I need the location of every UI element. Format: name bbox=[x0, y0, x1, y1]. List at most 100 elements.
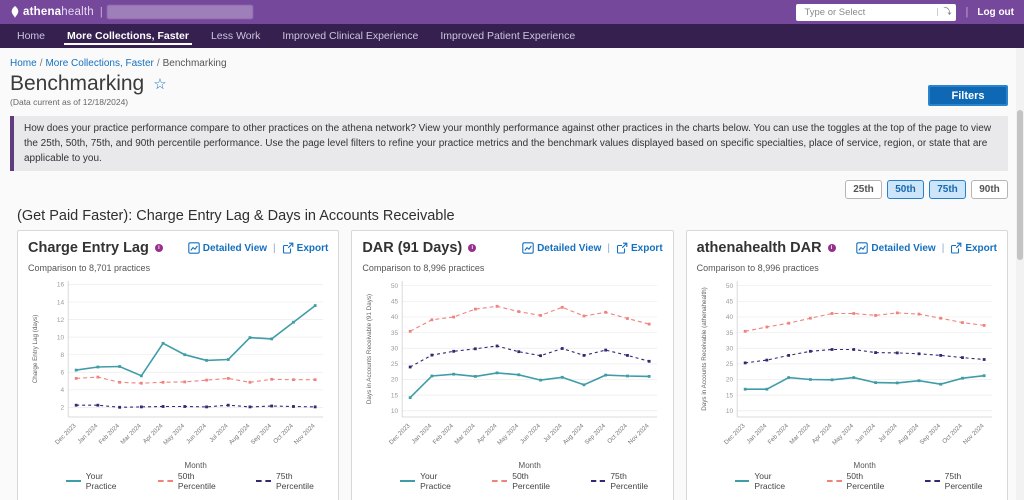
svg-text:Dec 2023: Dec 2023 bbox=[388, 422, 412, 446]
nav-item-less-work[interactable]: Less Work bbox=[200, 24, 271, 48]
line-chart-icon bbox=[522, 242, 534, 254]
svg-text:Charge Entry Lag (days): Charge Entry Lag (days) bbox=[32, 315, 39, 384]
svg-text:Jun 2024: Jun 2024 bbox=[519, 422, 542, 445]
detailed-view-label: Detailed View bbox=[537, 243, 601, 254]
svg-text:Jan 2024: Jan 2024 bbox=[76, 422, 99, 445]
logout-link[interactable]: Log out bbox=[977, 7, 1014, 18]
chart-dar-91-days: 101520253035404550Dec 2023Jan 2024Feb 20… bbox=[362, 275, 662, 471]
svg-text:May 2024: May 2024 bbox=[831, 422, 856, 447]
percentile-toggle-25th[interactable]: 25th bbox=[845, 180, 882, 199]
info-icon[interactable]: i bbox=[468, 244, 476, 252]
card-actions: Detailed View | Export bbox=[188, 242, 329, 254]
top-bar: athenahealth | Type or Select ⤵ | Log ou… bbox=[0, 0, 1024, 24]
svg-text:6: 6 bbox=[61, 369, 65, 376]
svg-text:Nov 2024: Nov 2024 bbox=[293, 422, 317, 446]
export-icon bbox=[616, 242, 628, 254]
primary-nav: HomeMore Collections, FasterLess WorkImp… bbox=[0, 24, 1024, 48]
legend-item-your-practice: Your Practice bbox=[400, 471, 466, 491]
card-header: athenahealth DARiDetailed View|Export bbox=[697, 240, 997, 256]
actions-divider: | bbox=[942, 243, 945, 254]
chart-legend: Your Practice50th Percentile75th Percent… bbox=[735, 471, 997, 491]
svg-text:Nov 2024: Nov 2024 bbox=[627, 422, 651, 446]
export-icon bbox=[950, 242, 962, 254]
brand-bold: athena bbox=[23, 6, 61, 18]
legend-swatch bbox=[827, 480, 842, 482]
legend-item-50th-percentile: 50th Percentile bbox=[827, 471, 899, 491]
favorite-star-icon[interactable]: ☆ bbox=[153, 75, 166, 93]
export-icon bbox=[282, 242, 294, 254]
export-link[interactable]: Export bbox=[616, 242, 663, 254]
legend-label: 50th Percentile bbox=[847, 471, 899, 491]
header-divider: | bbox=[965, 6, 968, 18]
svg-text:45: 45 bbox=[391, 299, 399, 306]
export-link[interactable]: Export bbox=[950, 242, 997, 254]
export-label: Export bbox=[631, 243, 663, 254]
svg-text:15: 15 bbox=[726, 392, 734, 399]
svg-text:Feb 2024: Feb 2024 bbox=[766, 422, 790, 446]
chart-title: DAR (91 Days) bbox=[362, 240, 462, 256]
actions-divider: | bbox=[607, 243, 610, 254]
scrollbar-thumb[interactable] bbox=[1017, 110, 1023, 260]
chart-athenahealth-dar: 101520253035404550Dec 2023Jan 2024Feb 20… bbox=[697, 275, 997, 471]
legend-label: 50th Percentile bbox=[512, 471, 564, 491]
nav-item-home[interactable]: Home bbox=[6, 24, 56, 48]
breadcrumb-home[interactable]: Home bbox=[10, 58, 37, 69]
detailed-view-link[interactable]: Detailed View bbox=[856, 242, 935, 254]
detailed-view-label: Detailed View bbox=[871, 243, 935, 254]
detailed-view-label: Detailed View bbox=[203, 243, 267, 254]
chart-title: Charge Entry Lag bbox=[28, 240, 149, 256]
svg-text:Mar 2024: Mar 2024 bbox=[454, 422, 478, 446]
svg-text:12: 12 bbox=[57, 317, 65, 324]
page-content: Home/More Collections, Faster/Benchmarki… bbox=[0, 48, 1024, 500]
actions-divider: | bbox=[273, 243, 276, 254]
legend-label: Your Practice bbox=[420, 471, 466, 491]
legend-item-your-practice: Your Practice bbox=[735, 471, 801, 491]
svg-text:10: 10 bbox=[391, 408, 399, 415]
export-label: Export bbox=[297, 243, 329, 254]
info-icon[interactable]: i bbox=[155, 244, 163, 252]
svg-text:Oct 2024: Oct 2024 bbox=[272, 422, 295, 445]
vertical-scrollbar bbox=[1016, 48, 1024, 500]
svg-text:45: 45 bbox=[726, 299, 734, 306]
legend-label: 50th Percentile bbox=[178, 471, 230, 491]
svg-text:2: 2 bbox=[61, 405, 65, 412]
nav-item-improved-clinical-experience[interactable]: Improved Clinical Experience bbox=[271, 24, 429, 48]
comparison-note: Comparison to 8,701 practices bbox=[28, 263, 328, 273]
export-link[interactable]: Export bbox=[282, 242, 329, 254]
svg-text:Feb 2024: Feb 2024 bbox=[432, 422, 456, 446]
percentile-toggle-50th[interactable]: 50th bbox=[887, 180, 924, 199]
legend-swatch bbox=[925, 480, 940, 482]
svg-text:40: 40 bbox=[726, 314, 734, 321]
context-select[interactable]: Type or Select ⤵ bbox=[796, 4, 956, 21]
svg-text:Jul 2024: Jul 2024 bbox=[208, 422, 230, 444]
svg-text:35: 35 bbox=[726, 330, 734, 337]
svg-text:30: 30 bbox=[726, 345, 734, 352]
legend-item-75th-percentile: 75th Percentile bbox=[256, 471, 328, 491]
info-icon[interactable]: i bbox=[828, 244, 836, 252]
section-title: (Get Paid Faster): Charge Entry Lag & Da… bbox=[17, 208, 1008, 224]
chart-cards-row: Charge Entry Lag i Detailed View | Export Com… bbox=[17, 230, 1008, 500]
filters-button[interactable]: Filters bbox=[928, 85, 1008, 106]
breadcrumb-separator: / bbox=[157, 58, 160, 69]
detailed-view-link[interactable]: Detailed View bbox=[522, 242, 601, 254]
svg-text:Jun 2024: Jun 2024 bbox=[185, 422, 208, 445]
percentile-toggle-90th[interactable]: 90th bbox=[971, 180, 1008, 199]
svg-text:May 2024: May 2024 bbox=[162, 422, 187, 447]
leaf-icon bbox=[10, 6, 20, 18]
card-header: Charge Entry Lag i Detailed View | Export bbox=[28, 240, 328, 256]
nav-item-improved-patient-experience[interactable]: Improved Patient Experience bbox=[429, 24, 586, 48]
svg-text:8: 8 bbox=[61, 352, 65, 359]
nav-item-more-collections-faster[interactable]: More Collections, Faster bbox=[56, 24, 200, 48]
svg-text:20: 20 bbox=[726, 377, 734, 384]
export-label: Export bbox=[965, 243, 997, 254]
brand-light: health bbox=[61, 6, 94, 18]
svg-text:Jan 2024: Jan 2024 bbox=[411, 422, 434, 445]
svg-text:4: 4 bbox=[61, 387, 65, 394]
svg-text:10: 10 bbox=[57, 334, 65, 341]
detailed-view-link[interactable]: Detailed View bbox=[188, 242, 267, 254]
percentile-toggle-75th[interactable]: 75th bbox=[929, 180, 966, 199]
svg-text:Mar 2024: Mar 2024 bbox=[119, 422, 143, 446]
chart-card-charge-entry-lag: Charge Entry Lag i Detailed View | Export Com… bbox=[17, 230, 339, 500]
legend-swatch bbox=[400, 480, 415, 482]
breadcrumb-more-collections-faster[interactable]: More Collections, Faster bbox=[45, 58, 153, 69]
